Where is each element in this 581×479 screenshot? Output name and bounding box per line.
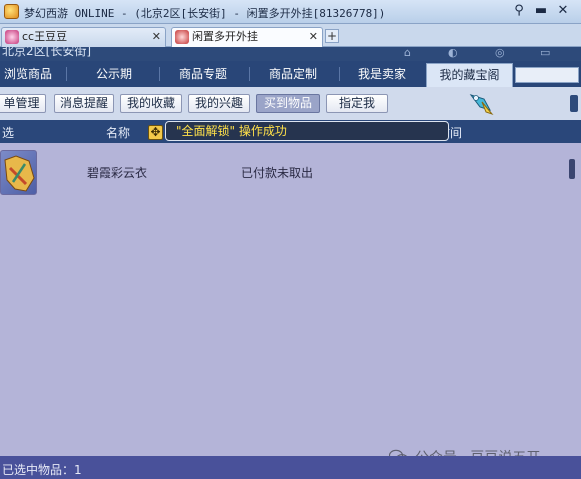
browser-tab-1[interactable]: cc王豆豆 ✕	[1, 27, 166, 47]
browser-tab-label: cc王豆豆	[22, 30, 68, 43]
subnav-interests[interactable]: 我的兴趣	[188, 94, 250, 113]
selected-count: 已选中物品：1	[2, 463, 82, 477]
window-titlebar: 梦幻西游 ONLINE - (北京2区[长安街] - 闲置多开外挂[813267…	[0, 0, 581, 24]
item-name: 碧霞彩云衣	[87, 166, 148, 180]
main-nav: 浏览商品 公示期 商品专题 商品定制 我是卖家 我的藏宝阁	[0, 61, 581, 87]
tab-close-icon[interactable]: ✕	[309, 28, 318, 46]
scrollbar-thumb[interactable]	[569, 159, 575, 179]
item-list: 碧霞彩云衣 已付款未取出 公众号 · 豆豆说五开	[0, 143, 581, 466]
browser-tab-label: 闲置多开外挂	[192, 30, 258, 43]
nav-divider	[66, 67, 67, 81]
nav-my-treasure[interactable]: 我的藏宝阁	[426, 63, 513, 87]
subnav-orders[interactable]: 单管理	[0, 94, 46, 113]
item-status: 已付款未取出	[241, 166, 314, 180]
app-icon	[4, 4, 19, 19]
message-icon[interactable]: ⌂	[404, 47, 411, 59]
subnav-messages[interactable]: 消息提醒	[54, 94, 114, 113]
search-input[interactable]	[515, 67, 579, 83]
panel-edge-handle[interactable]	[570, 95, 578, 112]
tab-close-icon[interactable]: ✕	[152, 28, 161, 46]
nav-divider	[159, 67, 160, 81]
nav-custom[interactable]: 商品定制	[256, 61, 330, 87]
nav-notice-period[interactable]: 公示期	[78, 61, 150, 87]
close-icon[interactable]: ✕	[555, 3, 571, 19]
pin-icon[interactable]: ⚲	[511, 3, 527, 19]
mascot-icon	[469, 94, 494, 116]
subnav-favorites[interactable]: 我的收藏	[120, 94, 182, 113]
user-icon[interactable]: ◐	[448, 47, 458, 59]
nav-browse[interactable]: 浏览商品	[0, 61, 56, 87]
subnav-assigned[interactable]: 指定我	[326, 94, 388, 113]
nav-topics[interactable]: 商品专题	[166, 61, 240, 87]
new-tab-icon[interactable]: +	[325, 29, 339, 43]
nav-divider	[339, 67, 340, 81]
nav-seller[interactable]: 我是卖家	[345, 61, 419, 87]
move-icon[interactable]: ✥	[148, 125, 163, 140]
table-header: 选 名称 剩余时间 ✥ "全面解锁" 操作成功	[0, 120, 581, 143]
subnav-bought[interactable]: 买到物品	[256, 94, 320, 113]
server-region: 北京2区[长安街]	[2, 47, 91, 58]
item-thumbnail[interactable]	[0, 150, 37, 195]
browser-tab-2[interactable]: 闲置多开外挂 ✕	[171, 27, 323, 47]
sub-nav: 单管理 消息提醒 我的收藏 我的兴趣 买到物品 指定我	[0, 87, 581, 120]
browser-tab-strip: cc王豆豆 ✕ 闲置多开外挂 ✕ +	[0, 24, 581, 47]
status-bar: 已选中物品：1	[0, 456, 581, 479]
settings-icon[interactable]: ◎	[495, 47, 505, 59]
tab-avatar-icon	[5, 30, 19, 44]
window-title: 梦幻西游 ONLINE - (北京2区[长安街] - 闲置多开外挂[813267…	[24, 7, 386, 20]
cart-icon[interactable]: ▭	[540, 47, 550, 59]
toast-message: "全面解锁" 操作成功	[165, 121, 449, 141]
robe-icon	[4, 155, 35, 192]
nav-divider	[249, 67, 250, 81]
page-header: 北京2区[长安街] ⌂ ◐ ◎ ▭	[0, 47, 581, 61]
column-name: 名称	[106, 126, 131, 140]
minimize-icon[interactable]: ▬	[533, 3, 549, 19]
tab-avatar-icon	[175, 30, 189, 44]
column-select: 选	[2, 126, 15, 140]
